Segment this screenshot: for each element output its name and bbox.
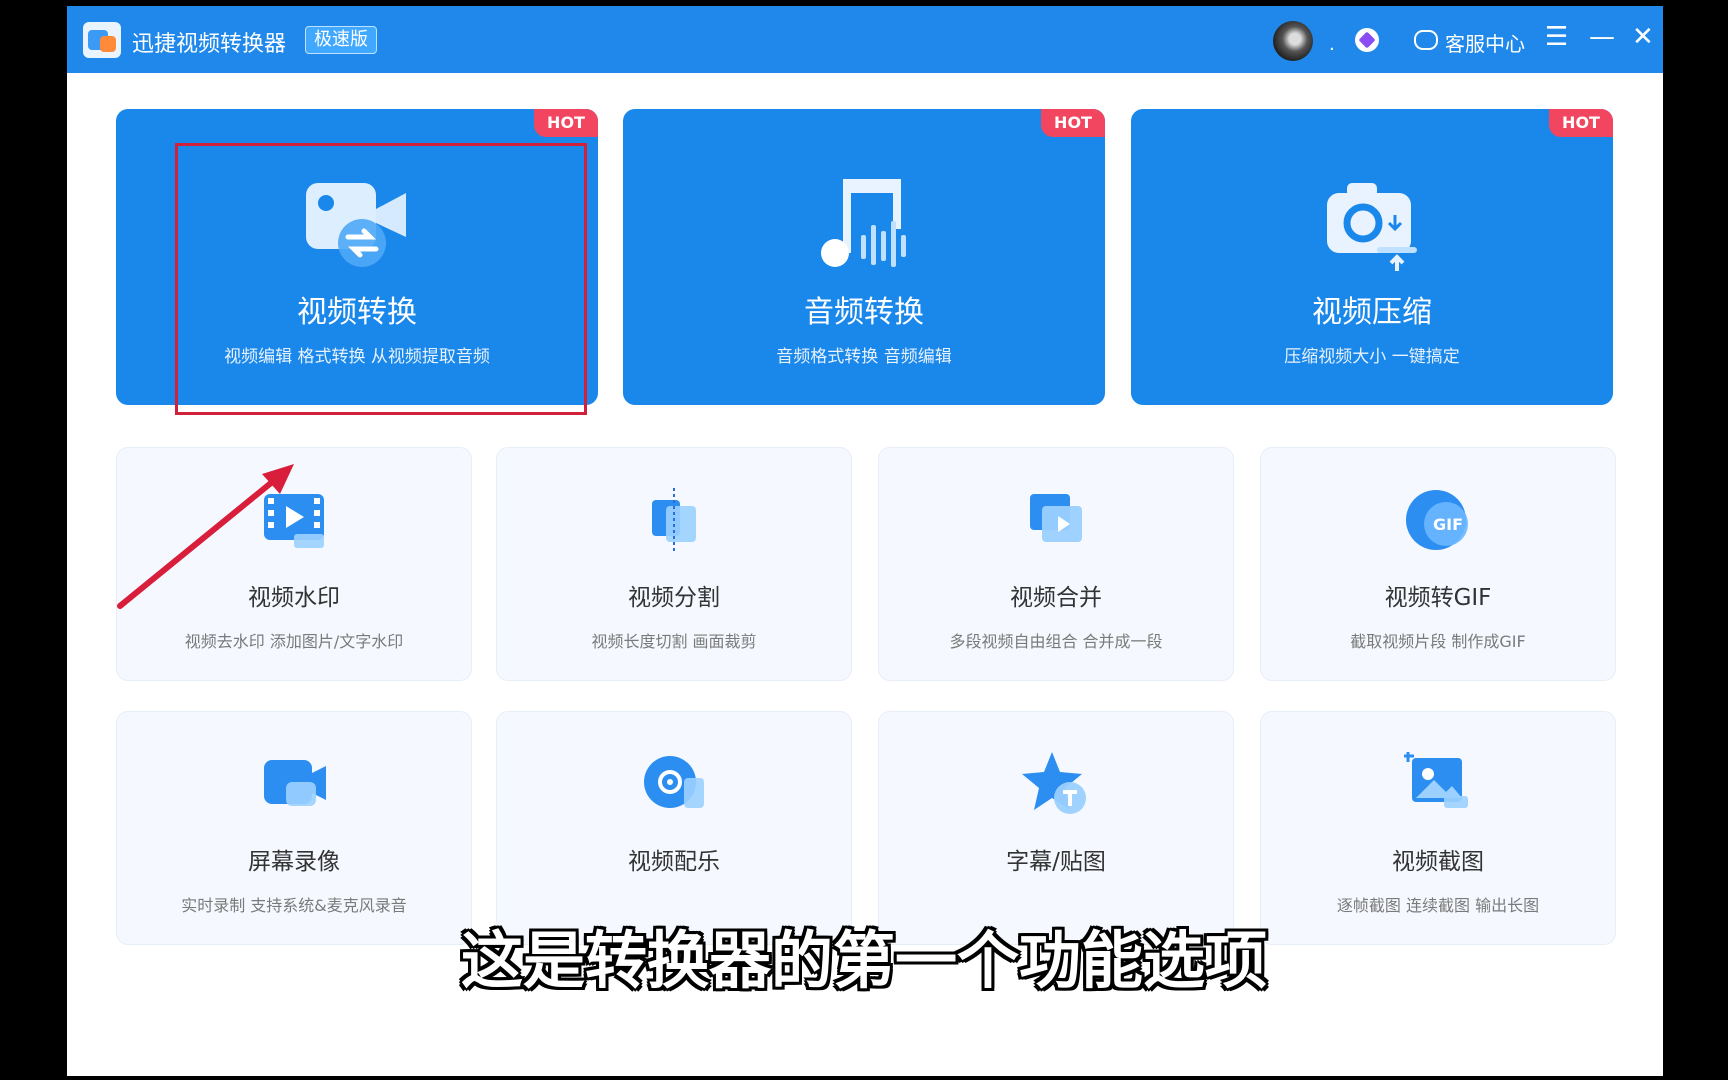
edition-badge: 极速版 xyxy=(305,26,377,54)
gif-icon: GIF xyxy=(1406,490,1468,550)
feature-card-audio-convert[interactable]: HOT 音频转换 音频格式转换 音频编辑 xyxy=(623,109,1105,405)
tool-title: 视频截图 xyxy=(1392,849,1484,875)
tool-card-gif[interactable]: GIF 视频转GIF 截取视频片段 制作成GIF xyxy=(1260,447,1616,681)
tool-card-merge[interactable]: 视频合并 多段视频自由组合 合并成一段 xyxy=(878,447,1234,681)
feature-desc: 压缩视频大小 一键搞定 xyxy=(1284,347,1460,367)
tool-desc: 视频去水印 添加图片/文字水印 xyxy=(184,632,404,651)
tool-desc: 截取视频片段 制作成GIF xyxy=(1350,632,1526,651)
hot-badge: HOT xyxy=(1549,109,1613,137)
video-caption: 这是转换器的第一个功能选项 xyxy=(460,924,1267,997)
hot-badge: HOT xyxy=(534,109,598,137)
feature-title: 视频压缩 xyxy=(1312,295,1432,330)
tool-title: 视频水印 xyxy=(248,585,340,611)
hot-badge: HOT xyxy=(1041,109,1105,137)
customer-service-button[interactable]: 客服中心 xyxy=(1445,28,1525,57)
minimize-icon[interactable]: — xyxy=(1589,22,1615,52)
star-text-icon xyxy=(1022,752,1086,814)
app-title: 迅捷视频转换器 xyxy=(132,32,287,57)
tool-card-watermark[interactable]: 视频水印 视频去水印 添加图片/文字水印 xyxy=(116,447,472,681)
feature-card-video-compress[interactable]: HOT 视频压缩 压缩视频大小 一键搞定 xyxy=(1131,109,1613,405)
title-bar: 迅捷视频转换器 极速版 . 客服中心 ☰ — ✕ xyxy=(67,6,1663,73)
avatar[interactable] xyxy=(1273,21,1313,61)
gif-icon-label: GIF xyxy=(1433,515,1463,534)
tool-title: 视频合并 xyxy=(1010,585,1102,611)
music-note-icon xyxy=(821,179,906,267)
chat-bubble-icon[interactable] xyxy=(1414,30,1438,50)
tool-title: 视频分割 xyxy=(628,585,720,611)
screenshot-icon xyxy=(1404,752,1468,808)
tool-card-split[interactable]: 视频分割 视频长度切割 画面裁剪 xyxy=(496,447,852,681)
feature-title: 音频转换 xyxy=(804,295,924,330)
close-icon[interactable]: ✕ xyxy=(1632,22,1654,52)
watermark-icon xyxy=(264,494,324,548)
tool-desc: 多段视频自由组合 合并成一段 xyxy=(949,632,1163,651)
app-logo-icon xyxy=(83,22,121,58)
highlight-box xyxy=(175,143,587,415)
tool-title: 字幕/贴图 xyxy=(1006,849,1106,875)
tool-desc: 视频长度切割 画面裁剪 xyxy=(591,632,757,651)
vip-icon[interactable] xyxy=(1355,28,1379,52)
feature-desc: 音频格式转换 音频编辑 xyxy=(776,347,952,367)
tool-title: 视频转GIF xyxy=(1384,585,1492,611)
tool-title: 屏幕录像 xyxy=(248,849,340,875)
split-icon xyxy=(652,488,696,552)
camera-compress-icon xyxy=(1327,183,1417,271)
screen-record-icon xyxy=(264,760,326,806)
tool-title: 视频配乐 xyxy=(628,849,720,875)
merge-icon xyxy=(1030,494,1082,542)
music-disc-icon xyxy=(644,756,704,808)
user-name[interactable]: . xyxy=(1329,34,1335,55)
menu-icon[interactable]: ☰ xyxy=(1545,22,1568,52)
